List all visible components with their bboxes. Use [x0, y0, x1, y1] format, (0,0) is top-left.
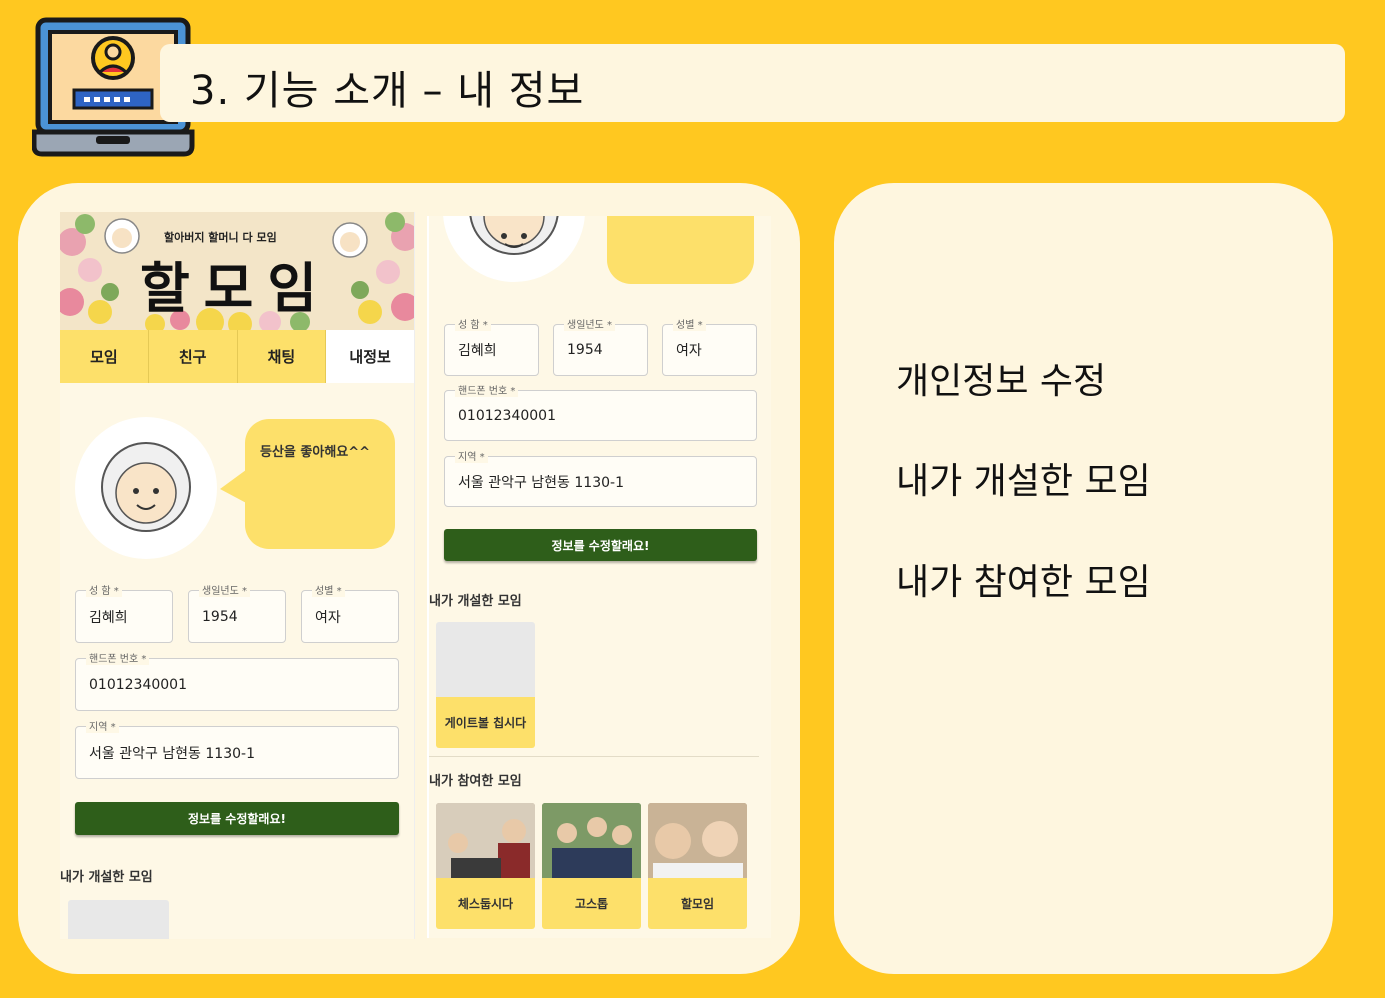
status-message: 등산을 좋아해요^^ [260, 445, 371, 460]
phone-field[interactable]: 핸드폰 번호 * 01012340001 [75, 650, 399, 711]
feature-joined-groups: 내가 참여한 모임 [896, 562, 1151, 603]
joined-groups-title: 내가 참여한 모임 [429, 774, 522, 789]
feature-edit-profile: 개인정보 수정 [896, 361, 1107, 402]
group-name: 체스둡시다 [436, 878, 535, 929]
phone-screen-scrolled: 성 함 * 김혜희 생일년도 * 1954 성별 * 여자 핸드폰 번호 * 0… [427, 216, 771, 938]
gender-value: 여자 [315, 609, 341, 626]
tab-bar: 모임 친구 채팅 내정보 [60, 330, 414, 383]
chess-photo-icon [436, 803, 535, 878]
feature-created-groups: 내가 개설한 모임 [896, 461, 1151, 502]
banner-subtitle: 할아버지 할머니 다 모임 [164, 231, 277, 244]
tab-friends[interactable]: 친구 [148, 330, 238, 383]
banner-title: 할모임 [140, 256, 332, 320]
name-value: 김혜희 [458, 343, 497, 359]
region-value: 서울 관악구 남현동 1130-1 [89, 745, 255, 762]
slide-title: 3. 기능 소개 – 내 정보 [190, 68, 585, 114]
phone-value: 01012340001 [89, 676, 187, 693]
gender-field[interactable]: 성별 * 여자 [662, 316, 757, 376]
birth-label: 생일년도 * [564, 316, 615, 331]
section-divider [429, 756, 759, 757]
status-bubble-scrolled[interactable] [607, 216, 754, 284]
region-label: 지역 * [455, 448, 488, 463]
birth-year-field[interactable]: 생일년도 * 1954 [553, 316, 648, 376]
region-field[interactable]: 지역 * 서울 관악구 남현동 1130-1 [444, 448, 757, 507]
grandma-face-icon [469, 216, 559, 255]
phone-screen-top: 할아버지 할머니 다 모임 할모임 모임 친구 채팅 내정보 등산을 좋아해요^… [60, 212, 415, 939]
update-info-button[interactable]: 정보를 수정할래요! [444, 529, 757, 561]
joined-group-card[interactable]: 체스둡시다 [436, 803, 535, 929]
name-field[interactable]: 성 함 * 김혜희 [444, 316, 539, 376]
region-value: 서울 관악구 남현동 1130-1 [458, 474, 624, 491]
phone-value: 01012340001 [458, 407, 556, 424]
phone-field[interactable]: 핸드폰 번호 * 01012340001 [444, 382, 757, 441]
group-thumbnail [436, 803, 535, 878]
grandma-face-icon [101, 442, 191, 532]
gender-value: 여자 [676, 343, 702, 359]
region-field[interactable]: 지역 * 서울 관악구 남현동 1130-1 [75, 718, 399, 779]
birth-value: 1954 [202, 608, 238, 625]
group-name: 고스톱 [542, 878, 641, 929]
name-value: 김혜희 [89, 609, 128, 626]
region-label: 지역 * [86, 718, 119, 733]
update-info-button[interactable]: 정보를 수정할래요! [75, 802, 399, 835]
group-name: 게이트볼 칩시다 [436, 697, 535, 748]
group-thumbnail [648, 803, 747, 878]
seniors-photo-icon [648, 803, 747, 878]
gender-label: 성별 * [673, 316, 706, 331]
phone-label: 핸드폰 번호 * [455, 382, 519, 397]
gender-label: 성별 * [312, 582, 345, 597]
profile-avatar-scrolled[interactable] [443, 216, 585, 282]
created-groups-title: 내가 개설한 모임 [60, 870, 153, 885]
group-thumbnail [542, 803, 641, 878]
tab-chat[interactable]: 채팅 [237, 330, 327, 383]
profile-avatar[interactable] [75, 417, 217, 559]
created-group-card[interactable]: 게이트볼 칩시다 [436, 622, 535, 748]
name-field[interactable]: 성 함 * 김혜희 [75, 582, 173, 643]
created-groups-title: 내가 개설한 모임 [429, 594, 522, 609]
tab-meetings[interactable]: 모임 [60, 330, 149, 383]
name-label: 성 함 * [455, 316, 491, 331]
joined-group-card[interactable]: 고스톱 [542, 803, 641, 929]
birth-value: 1954 [567, 342, 603, 358]
app-banner: 할아버지 할머니 다 모임 할모임 [60, 212, 414, 330]
phone-label: 핸드폰 번호 * [86, 650, 150, 665]
status-bubble[interactable] [245, 419, 395, 549]
tab-my-info[interactable]: 내정보 [326, 330, 414, 383]
gostop-photo-icon [542, 803, 641, 878]
group-thumbnail [436, 622, 535, 697]
name-label: 성 함 * [86, 582, 122, 597]
birth-year-field[interactable]: 생일년도 * 1954 [188, 582, 286, 643]
group-name: 할모임 [648, 878, 747, 929]
created-group-card-partial[interactable] [68, 900, 169, 939]
birth-label: 생일년도 * [199, 582, 250, 597]
joined-group-card[interactable]: 할모임 [648, 803, 747, 929]
gender-field[interactable]: 성별 * 여자 [301, 582, 399, 643]
